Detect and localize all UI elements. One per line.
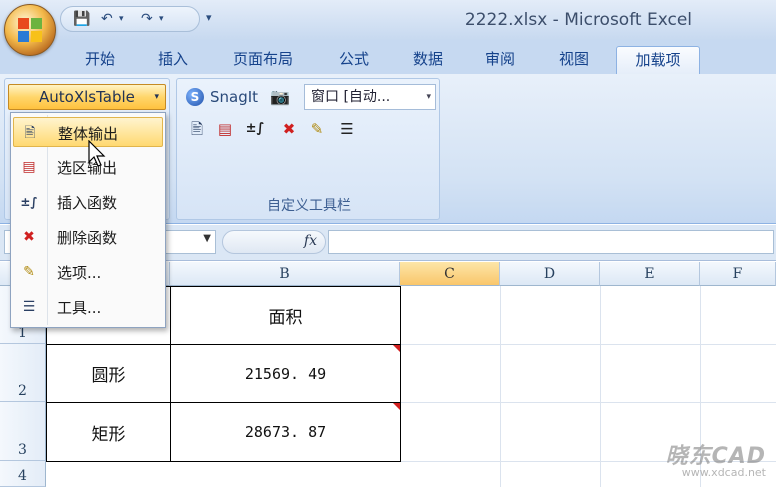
tab-page-layout[interactable]: 页面布局 xyxy=(220,46,306,74)
capture-mode-value: 窗口 [自动... xyxy=(311,89,391,105)
cell-b1[interactable]: 面积 xyxy=(171,287,400,344)
customize-qat-icon[interactable]: ▾ xyxy=(206,10,212,26)
capture-mode-select[interactable]: 窗口 [自动... ▾ xyxy=(304,84,436,110)
snagit-icon: S xyxy=(186,88,204,106)
row-header-3[interactable]: 3 xyxy=(0,402,46,461)
column-header-f[interactable]: F xyxy=(700,262,776,286)
chevron-down-icon[interactable]: ▼ xyxy=(203,233,211,244)
cell-a3[interactable]: 矩形 xyxy=(47,403,170,461)
formula-input[interactable] xyxy=(328,230,774,254)
save-icon[interactable]: 💾 xyxy=(73,11,90,27)
menu-item-delete-function[interactable]: ✖ 删除函数 xyxy=(13,222,163,252)
mouse-pointer-icon xyxy=(88,140,106,167)
insert-function-icon: ±∫ xyxy=(20,195,38,209)
menu-item-tools[interactable]: ☰ 工具... xyxy=(13,292,163,322)
redo-icon[interactable]: ↷ xyxy=(141,11,153,27)
chevron-down-icon: ▾ xyxy=(426,92,431,102)
undo-dropdown-icon[interactable]: ▾ xyxy=(119,11,124,27)
column-header-d[interactable]: D xyxy=(500,262,600,286)
menu-item-options[interactable]: ✎ 选项... xyxy=(13,257,163,287)
insert-function-icon[interactable]: ±∫ xyxy=(244,118,266,140)
tab-view[interactable]: 视图 xyxy=(546,46,602,74)
row-header-4[interactable]: 4 xyxy=(0,461,46,487)
cell-b2[interactable]: 21569. 49 xyxy=(171,345,400,402)
snagit-button[interactable]: S SnagIt xyxy=(186,86,258,108)
delete-function-icon: ✖ xyxy=(23,229,35,245)
ribbon-tab-strip: 开始 插入 页面布局 公式 数据 审阅 视图 加载项 xyxy=(0,40,776,75)
capture-icon[interactable]: 📷 xyxy=(270,86,292,108)
tools-icon[interactable]: ☰ xyxy=(336,118,358,140)
group-label: 自定义工具栏 xyxy=(267,198,351,214)
tab-review[interactable]: 审阅 xyxy=(472,46,528,74)
export-all-icon: 🖹 xyxy=(24,125,36,141)
office-button[interactable] xyxy=(4,4,56,56)
row-header-2[interactable]: 2 xyxy=(0,344,46,402)
tab-data[interactable]: 数据 xyxy=(400,46,456,74)
insert-function-fx-button[interactable]: fx xyxy=(304,233,317,249)
export-selection-icon[interactable]: ▤ xyxy=(214,118,236,140)
cell-a2[interactable]: 圆形 xyxy=(47,345,170,402)
column-header-c[interactable]: C xyxy=(400,262,500,286)
comment-indicator-icon[interactable] xyxy=(393,403,400,410)
menu-item-label: 工具... xyxy=(57,299,102,317)
tab-addins[interactable]: 加载项 xyxy=(616,46,700,75)
autoxlstable-label: AutoXlsTable xyxy=(39,88,135,106)
cell-b3[interactable]: 28673. 87 xyxy=(171,403,400,461)
chevron-down-icon: ▾ xyxy=(154,92,159,102)
column-header-b[interactable]: B xyxy=(170,262,400,286)
comment-indicator-icon[interactable] xyxy=(393,345,400,352)
column-header-e[interactable]: E xyxy=(600,262,700,286)
export-all-icon[interactable]: 🖹 xyxy=(186,118,208,140)
menu-item-label: 选项... xyxy=(57,264,102,282)
redo-dropdown-icon[interactable]: ▾ xyxy=(159,11,164,27)
menu-item-insert-function[interactable]: ±∫ 插入函数 xyxy=(13,187,163,217)
title-bar: 💾 ↶ ▾ ↷ ▾ ▾ 2222.xlsx - Microsoft Excel xyxy=(0,0,776,40)
quick-access-toolbar: 💾 ↶ ▾ ↷ ▾ xyxy=(60,6,200,32)
office-logo-icon xyxy=(18,18,42,42)
options-icon[interactable]: ✎ xyxy=(306,118,328,140)
fx-area: fx xyxy=(222,230,326,254)
snagit-label: SnagIt xyxy=(210,88,259,106)
tab-formulas[interactable]: 公式 xyxy=(326,46,382,74)
delete-function-icon[interactable]: ✖ xyxy=(278,118,300,140)
gridline xyxy=(600,286,601,487)
menu-item-label: 删除函数 xyxy=(57,229,118,247)
window-title: 2222.xlsx - Microsoft Excel xyxy=(464,10,692,30)
gridline xyxy=(500,286,501,487)
tab-insert[interactable]: 插入 xyxy=(143,46,203,74)
autoxlstable-menu-button[interactable]: AutoXlsTable ▾ xyxy=(8,84,166,110)
tools-icon: ☰ xyxy=(22,299,36,315)
menu-item-label: 插入函数 xyxy=(57,194,118,212)
options-icon: ✎ xyxy=(23,264,35,280)
watermark: 晓东CAD www.xdcad.net xyxy=(666,438,766,479)
undo-icon[interactable]: ↶ xyxy=(101,11,113,27)
menu-item-label: 选区输出 xyxy=(57,159,118,177)
tab-home[interactable]: 开始 xyxy=(70,46,130,74)
export-selection-icon: ▤ xyxy=(22,159,36,175)
